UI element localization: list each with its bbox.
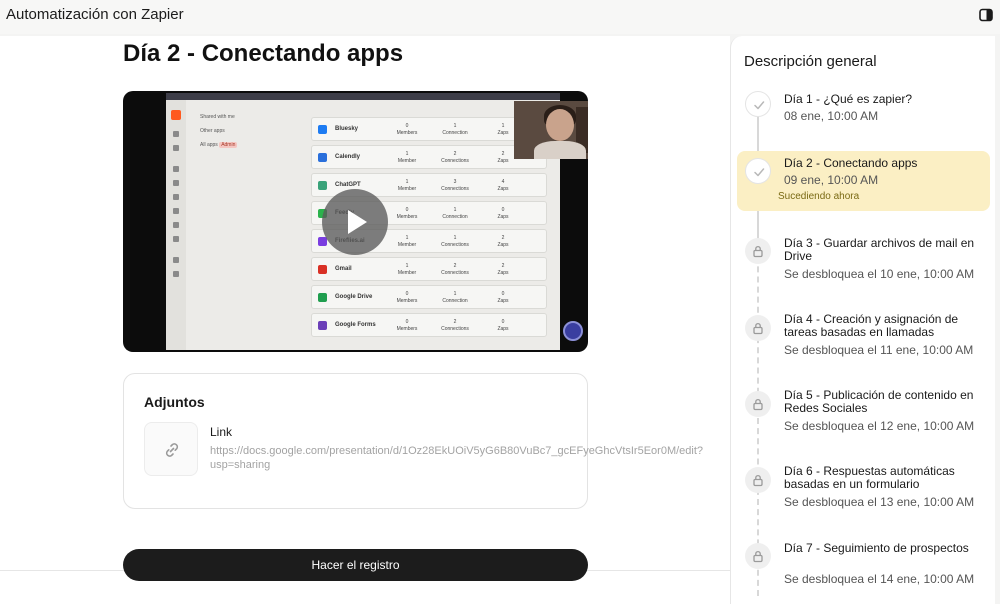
video-player[interactable]: Shared with me Other apps All apps Admin… [123,91,588,352]
overview-title: Descripción general [744,53,877,70]
video-sidebar-text: Other apps [200,128,225,134]
video-app-row: Calendly 1 Member 2 Connections 2 Zaps [311,145,547,169]
timeline-item-title[interactable]: Día 7 - Seguimiento de prospectos [784,542,984,555]
app-zaps: 4 Zaps [497,179,509,192]
attachments-card: Adjuntos Link https://docs.google.com/pr… [123,373,703,509]
timeline-item-date: Se desbloquea el 14 ene, 10:00 AM [784,572,975,586]
admin-badge: Admin [219,142,238,148]
app-icon [318,321,327,330]
video-app-row: Google Drive 0 Members 1 Connection 0 Zaps [311,285,547,309]
sidebar-icon [173,222,179,228]
timeline-item-date: Se desbloquea el 10 ene, 10:00 AM [784,267,975,281]
attachments-title: Adjuntos [144,394,205,410]
app-connections: 1 Connection [442,291,468,304]
sidebar-icon [173,208,179,214]
app-icon [318,153,327,162]
sidebar-icon [173,236,179,242]
timeline-item-title[interactable]: Día 5 - Publicación de contenido en Rede… [784,389,984,415]
app-name: Bluesky [335,126,359,132]
app-connections: 3 Connections [441,179,469,192]
timeline-item-date: 09 ene, 10:00 AM [784,173,879,187]
sidebar-icon [173,166,179,172]
sidebar-icon [173,271,179,277]
link-name[interactable]: Link [210,425,232,439]
top-bar: Automatización con Zapier [0,0,1000,34]
link-icon [165,443,179,457]
app-members: 1 Member [397,235,417,248]
timeline-item-title[interactable]: Día 3 - Guardar archivos de mail en Driv… [784,237,984,263]
timeline-item-date: 08 ene, 10:00 AM [784,109,879,123]
sidebar-icon [173,145,179,151]
app-zaps: 2 Zaps [497,263,509,276]
zapier-logo-icon [171,110,181,120]
app-icon [318,125,327,134]
app-connections: 2 Connections [441,151,469,164]
check-icon [745,158,771,184]
lock-icon [745,467,771,493]
lock-icon [745,543,771,569]
sidebar-icon [173,180,179,186]
app-members: 1 Member [397,179,417,192]
timeline-item-title[interactable]: Día 1 - ¿Qué es zapier? [784,93,984,106]
video-menubar [166,93,560,100]
app-name: Gmail [335,266,352,272]
app-members: 0 Members [396,291,418,304]
timeline-item-title[interactable]: Día 2 - Conectando apps [784,157,984,170]
play-button[interactable] [322,189,388,255]
link-tile[interactable] [144,422,198,476]
sidebar-icon [173,257,179,263]
app-members: 1 Member [397,151,417,164]
lesson-title: Día 2 - Conectando apps [123,40,404,67]
video-app-row: Google Forms 0 Members 2 Connections 0 Zaps [311,313,547,337]
app-icon [318,265,327,274]
app-members: 0 Members [396,123,418,136]
app-connections: 2 Connections [441,263,469,276]
app-members: 1 Member [397,263,417,276]
sidebar-icon [173,131,179,137]
app-icon [318,293,327,302]
video-app-row: Bluesky 0 Members 1 Connection 1 Zaps [311,117,547,141]
app-name: ChatGPT [335,182,361,188]
webcam-overlay [514,101,588,159]
timeline-item-date: Se desbloquea el 11 ene, 10:00 AM [784,343,974,357]
lock-icon [745,315,771,341]
app-connections: 2 Connections [441,319,469,332]
lock-icon [745,238,771,264]
timeline-item-date: Se desbloquea el 12 ene, 10:00 AM [784,419,975,433]
app-name: Google Forms [335,322,376,328]
app-connections: 1 Connection [442,207,468,220]
course-overview-panel: Descripción general Día 1 - ¿Qué es zapi… [730,36,995,604]
app-members: 0 Members [396,319,418,332]
app-title: Automatización con Zapier [6,6,184,23]
timeline-item-title[interactable]: Día 4 - Creación y asignación de tareas … [784,313,984,339]
video-sidebar-all: All apps [200,142,218,148]
app-zaps: 2 Zaps [497,235,509,248]
status-badge: Sucediendo ahora [778,191,860,202]
check-icon [745,91,771,117]
video-sidebar-text: All apps Admin [200,142,238,148]
app-zaps: 0 Zaps [497,319,509,332]
app-zaps: 0 Zaps [497,291,509,304]
video-app-row: Gmail 1 Member 2 Connections 2 Zaps [311,257,547,281]
sidebar-toggle-icon[interactable] [979,8,993,22]
video-sidebar-text: Shared with me [200,114,235,120]
link-url[interactable]: https://docs.google.com/presentation/d/1… [210,444,710,472]
chat-bubble-icon [563,321,583,341]
sidebar-icon [173,194,179,200]
app-zaps: 0 Zaps [497,207,509,220]
timeline-item-title[interactable]: Día 6 - Respuestas automáticas basadas e… [784,465,984,491]
timeline-item-date: Se desbloquea el 13 ene, 10:00 AM [784,495,975,509]
video-app-sidebar [166,100,186,350]
app-name: Google Drive [335,294,373,300]
app-name: Calendly [335,154,361,160]
webcam-face [546,109,574,141]
app-members: 0 Members [396,207,418,220]
app-icon [318,181,327,190]
app-connections: 1 Connection [442,123,468,136]
play-icon [348,210,367,234]
app-connections: 1 Connections [441,235,469,248]
register-button[interactable]: Hacer el registro [123,549,588,581]
webcam-body [534,141,586,159]
lock-icon [745,391,771,417]
